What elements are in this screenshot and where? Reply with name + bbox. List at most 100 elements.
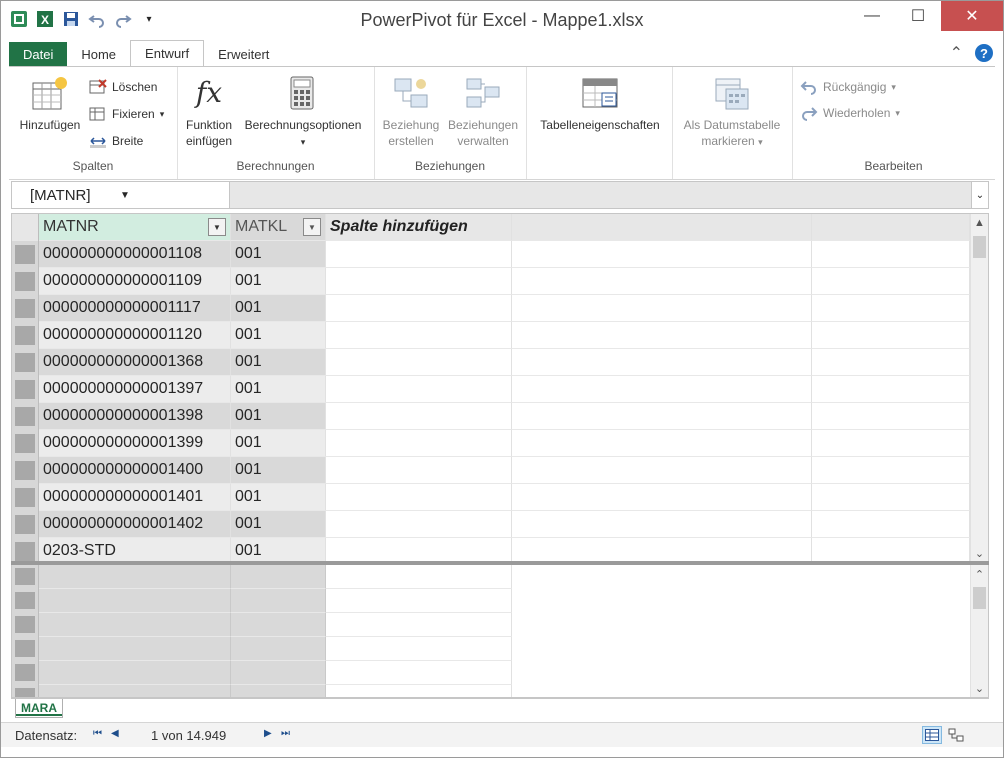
- add-column-cell[interactable]: [326, 268, 512, 295]
- berechnungsoptionen-button[interactable]: Berechnungsoptionen ▾: [239, 73, 367, 150]
- calc-cell[interactable]: [231, 589, 326, 613]
- calc-cell[interactable]: [231, 637, 326, 661]
- tab-erweitert[interactable]: Erweitert: [204, 42, 283, 66]
- table-row[interactable]: 000000000000001402 001: [12, 511, 970, 538]
- add-column-cell[interactable]: [326, 403, 512, 430]
- table-row[interactable]: 000000000000001399 001: [12, 430, 970, 457]
- calc-cell[interactable]: [326, 685, 512, 697]
- matnr-cell[interactable]: 000000000000001399: [39, 430, 231, 457]
- matkl-cell[interactable]: 001: [231, 403, 326, 430]
- matkl-cell[interactable]: 001: [231, 511, 326, 538]
- tab-datei[interactable]: Datei: [9, 42, 68, 66]
- scroll-up-icon[interactable]: ⌃: [971, 565, 988, 583]
- tabelleneigenschaften-button[interactable]: Tabelleneigenschaften: [530, 73, 670, 133]
- expand-formula-bar-icon[interactable]: ⌄: [971, 182, 988, 208]
- add-column-header[interactable]: Spalte hinzufügen: [326, 214, 512, 241]
- calc-cell[interactable]: [326, 589, 512, 613]
- scroll-down-icon[interactable]: ⌄: [971, 679, 988, 697]
- row-selector[interactable]: [12, 268, 39, 295]
- calc-cell[interactable]: [231, 565, 326, 589]
- next-record-icon[interactable]: ▶: [264, 728, 272, 739]
- add-column-cell[interactable]: [326, 322, 512, 349]
- table-row[interactable]: 000000000000001109 001: [12, 268, 970, 295]
- sheet-tab-mara[interactable]: MARA: [15, 699, 63, 718]
- previous-record-icon[interactable]: ◀: [111, 728, 119, 739]
- table-row[interactable]: 000000000000001120 001: [12, 322, 970, 349]
- matnr-cell[interactable]: 000000000000001109: [39, 268, 231, 295]
- table-row[interactable]: 000000000000001397 001: [12, 376, 970, 403]
- matkl-cell[interactable]: 001: [231, 241, 326, 268]
- wiederholen-button[interactable]: Wiederholen ▾: [800, 103, 900, 123]
- matkl-cell[interactable]: 001: [231, 322, 326, 349]
- row-selector[interactable]: [12, 484, 39, 511]
- add-column-cell[interactable]: [326, 241, 512, 268]
- add-column-cell[interactable]: [326, 376, 512, 403]
- calc-vertical-scrollbar[interactable]: ⌃ ⌄: [970, 565, 988, 697]
- data-view-icon[interactable]: [922, 726, 942, 744]
- matkl-cell[interactable]: 001: [231, 295, 326, 322]
- table-row[interactable]: 000000000000001108 001: [12, 241, 970, 268]
- diagram-view-icon[interactable]: [946, 726, 966, 744]
- table-row[interactable]: 000000000000001400 001: [12, 457, 970, 484]
- column-header-matkl[interactable]: MATKL ▼: [231, 214, 326, 241]
- scroll-up-icon[interactable]: ▲: [971, 214, 988, 232]
- calc-cell[interactable]: [326, 637, 512, 661]
- add-column-cell[interactable]: [326, 430, 512, 457]
- calc-cell[interactable]: [326, 661, 512, 685]
- matnr-cell[interactable]: 000000000000001401: [39, 484, 231, 511]
- add-column-cell[interactable]: [326, 484, 512, 511]
- row-selector[interactable]: [12, 430, 39, 457]
- calc-cell[interactable]: [326, 613, 512, 637]
- matnr-cell[interactable]: 000000000000001368: [39, 349, 231, 376]
- matkl-cell[interactable]: 001: [231, 457, 326, 484]
- matkl-cell[interactable]: 001: [231, 484, 326, 511]
- add-column-cell[interactable]: [326, 457, 512, 484]
- calc-cell[interactable]: [39, 661, 231, 685]
- row-selector[interactable]: [12, 322, 39, 349]
- datumstabelle-button[interactable]: Als Datumstabelle markieren ▾: [674, 73, 790, 150]
- table-row[interactable]: 000000000000001368 001: [12, 349, 970, 376]
- minimize-button[interactable]: —: [849, 1, 895, 31]
- calc-cell[interactable]: [326, 565, 512, 589]
- row-selector[interactable]: [12, 538, 39, 562]
- table-row[interactable]: 000000000000001398 001: [12, 403, 970, 430]
- collapse-ribbon-icon[interactable]: ⌃: [950, 43, 963, 63]
- rueckgaengig-button[interactable]: Rückgängig ▾: [800, 77, 896, 97]
- funktion-einfuegen-button[interactable]: fx Funktion einfügen: [183, 73, 235, 149]
- matnr-cell[interactable]: 000000000000001397: [39, 376, 231, 403]
- row-selector[interactable]: [12, 457, 39, 484]
- filter-dropdown-icon[interactable]: ▼: [208, 218, 226, 236]
- calc-cell[interactable]: [39, 565, 231, 589]
- add-column-cell[interactable]: [326, 538, 512, 562]
- name-box[interactable]: [MATNR] ▼: [12, 182, 230, 208]
- matkl-cell[interactable]: 001: [231, 349, 326, 376]
- breite-button[interactable]: Breite: [89, 131, 143, 151]
- first-record-icon[interactable]: ⏮: [93, 728, 102, 739]
- scroll-thumb[interactable]: [973, 587, 986, 609]
- table-row[interactable]: 000000000000001117 001: [12, 295, 970, 322]
- row-selector[interactable]: [12, 376, 39, 403]
- help-icon[interactable]: ?: [975, 44, 993, 62]
- add-column-cell[interactable]: [326, 295, 512, 322]
- column-header-matnr[interactable]: MATNR ▼: [39, 214, 231, 241]
- calc-cell[interactable]: [39, 613, 231, 637]
- calc-cell[interactable]: [231, 685, 326, 697]
- filter-dropdown-icon[interactable]: ▼: [303, 218, 321, 236]
- row-selector[interactable]: [12, 403, 39, 430]
- fixieren-button[interactable]: Fixieren ▾: [89, 104, 164, 124]
- matnr-cell[interactable]: 000000000000001402: [39, 511, 231, 538]
- matnr-cell[interactable]: 000000000000001108: [39, 241, 231, 268]
- tab-entwurf[interactable]: Entwurf: [130, 40, 205, 66]
- select-all-corner[interactable]: [12, 214, 39, 241]
- hinzufuegen-button[interactable]: Hinzufügen: [15, 73, 85, 133]
- matnr-cell[interactable]: 000000000000001120: [39, 322, 231, 349]
- scroll-thumb[interactable]: [973, 236, 986, 258]
- beziehung-erstellen-button[interactable]: Beziehung erstellen: [378, 73, 444, 149]
- maximize-button[interactable]: ☐: [895, 1, 941, 31]
- last-record-icon[interactable]: ⏭: [281, 728, 290, 739]
- calc-cell[interactable]: [39, 685, 231, 697]
- row-selector[interactable]: [12, 295, 39, 322]
- calc-cell[interactable]: [39, 637, 231, 661]
- calc-cell[interactable]: [231, 661, 326, 685]
- add-column-cell[interactable]: [326, 349, 512, 376]
